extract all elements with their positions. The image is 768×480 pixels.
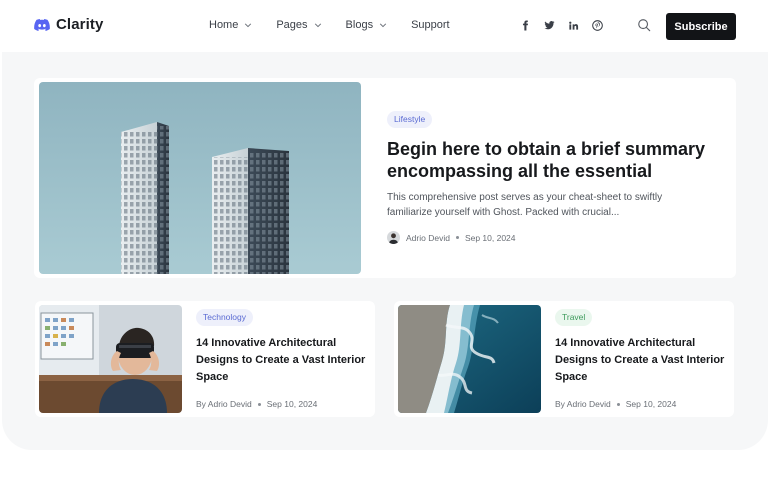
post-meta: By Adrio Devid Sep 10, 2024 (555, 399, 676, 409)
author-name[interactable]: By Adrio Devid (555, 399, 611, 409)
post-date: Sep 10, 2024 (464, 232, 516, 243)
post-card[interactable]: Travel 14 Innovative Architectural Desig… (394, 301, 734, 417)
post-meta: By Adrio Devid Sep 10, 2024 (196, 399, 317, 409)
nav-item-support[interactable]: Support (411, 19, 450, 31)
featured-post-title[interactable]: Begin here to obtain a brief summary enc… (387, 138, 727, 182)
meta-separator (257, 402, 261, 406)
post-card[interactable]: Technology 14 Innovative Architectural D… (35, 301, 375, 417)
post-date: Sep 10, 2024 (266, 399, 318, 409)
post-image-ocean-waves[interactable] (398, 305, 541, 413)
featured-post-meta: Adrio Devid Sep 10, 2024 (387, 231, 516, 244)
nav-item-label: Pages (276, 19, 308, 31)
nav-item-label: Home (209, 19, 239, 31)
subscribe-button[interactable]: Subscribe (666, 13, 736, 40)
post-title[interactable]: 14 Innovative Architectural Designs to C… (555, 335, 725, 386)
twitter-icon[interactable] (543, 19, 555, 31)
category-tag-travel[interactable]: Travel (555, 309, 593, 326)
chevron-down-icon (314, 23, 321, 28)
post-image-vr-headset[interactable] (39, 305, 182, 413)
nav-item-pages[interactable]: Pages (276, 19, 321, 31)
post-title[interactable]: 14 Innovative Architectural Designs to C… (196, 335, 366, 386)
author-avatar[interactable] (387, 231, 400, 244)
category-tag-lifestyle[interactable]: Lifestyle (387, 111, 433, 128)
author-name[interactable]: Adrio Devid (406, 233, 450, 243)
linkedin-icon[interactable] (567, 19, 579, 31)
nav-item-home[interactable]: Home (209, 19, 252, 31)
featured-post-excerpt: This comprehensive post serves as your c… (387, 192, 663, 218)
social-links (519, 19, 603, 31)
brand-name: Clarity (56, 16, 104, 33)
post-date: Sep 10, 2024 (625, 399, 677, 409)
brand-logo[interactable]: Clarity (34, 16, 103, 33)
nav-item-label: Blogs (345, 19, 374, 31)
discord-icon (34, 18, 50, 31)
featured-post-card[interactable]: Lifestyle Begin here to obtain a brief s… (34, 78, 736, 278)
site-header: Clarity Home Pages Blogs Support Subscri… (0, 0, 768, 52)
meta-separator (616, 402, 620, 406)
chevron-down-icon (245, 23, 252, 28)
pinterest-icon[interactable] (591, 19, 603, 31)
chevron-down-icon (379, 23, 387, 28)
nav-item-blogs[interactable]: Blogs (346, 19, 388, 31)
facebook-icon[interactable] (519, 19, 531, 31)
featured-image-buildings[interactable] (39, 82, 361, 274)
nav-item-label: Support (411, 19, 450, 31)
meta-separator (455, 236, 459, 239)
search-icon[interactable] (637, 18, 651, 32)
main-nav: Home Pages Blogs Support (209, 19, 450, 31)
category-tag-technology[interactable]: Technology (196, 309, 254, 326)
author-name[interactable]: By Adrio Devid (196, 399, 252, 409)
